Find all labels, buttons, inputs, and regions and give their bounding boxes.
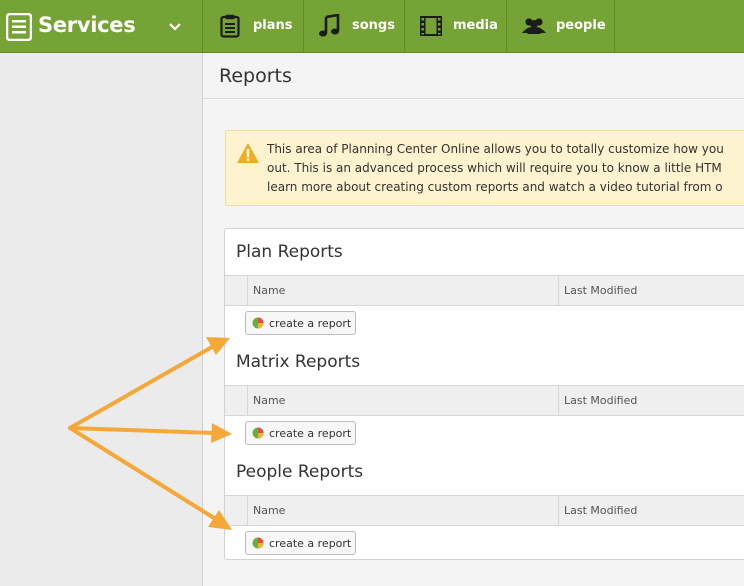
select-column-header bbox=[225, 276, 248, 305]
notice-text: This area of Planning Center Online allo… bbox=[267, 140, 744, 197]
create-report-button[interactable]: create a report bbox=[245, 311, 356, 335]
table-header: Name Last Modified bbox=[225, 385, 744, 416]
notice-line: out. This is an advanced process which w… bbox=[267, 161, 722, 175]
column-header-name[interactable]: Name bbox=[253, 504, 285, 517]
nav-tab-songs[interactable]: songs bbox=[304, 0, 405, 52]
button-label: create a report bbox=[269, 427, 352, 440]
column-header-last-modified[interactable]: Last Modified bbox=[564, 394, 637, 407]
warning-icon bbox=[237, 143, 259, 163]
column-header-last-modified[interactable]: Last Modified bbox=[564, 504, 637, 517]
section-title-matrix-reports: Matrix Reports bbox=[236, 352, 361, 372]
column-divider bbox=[558, 496, 559, 525]
notice-line: This area of Planning Center Online allo… bbox=[267, 142, 724, 156]
nav-tab-label: people bbox=[556, 18, 606, 33]
nav-tab-label: media bbox=[453, 18, 498, 33]
button-label: create a report bbox=[269, 317, 352, 330]
nav-tab-plans[interactable]: plans bbox=[204, 0, 304, 52]
section-title-people-reports: People Reports bbox=[236, 462, 364, 482]
create-report-button[interactable]: create a report bbox=[245, 531, 356, 555]
section-title-plan-reports: Plan Reports bbox=[236, 242, 343, 262]
report-chart-icon bbox=[252, 537, 264, 549]
column-divider bbox=[558, 386, 559, 415]
film-icon bbox=[420, 16, 442, 36]
select-column-header bbox=[225, 496, 248, 525]
services-logo-icon bbox=[6, 13, 32, 41]
nav-tab-label: plans bbox=[253, 18, 293, 33]
people-icon bbox=[522, 18, 546, 34]
nav-tab-people[interactable]: people bbox=[507, 0, 615, 52]
info-notice: This area of Planning Center Online allo… bbox=[225, 130, 744, 206]
report-chart-icon bbox=[252, 427, 264, 439]
app-switcher[interactable]: Services bbox=[0, 0, 203, 52]
divider bbox=[203, 98, 744, 99]
nav-tab-label: songs bbox=[352, 18, 395, 33]
top-nav-bar: Services plans songs media people bbox=[0, 0, 744, 53]
column-divider bbox=[558, 276, 559, 305]
column-header-last-modified[interactable]: Last Modified bbox=[564, 284, 637, 297]
sidebar bbox=[0, 53, 203, 586]
select-column-header bbox=[225, 386, 248, 415]
main-content: Reports This area of Planning Center Onl… bbox=[203, 53, 744, 586]
reports-panel: Plan Reports Name Last Modified create a… bbox=[224, 228, 744, 560]
button-label: create a report bbox=[269, 537, 352, 550]
page-title: Reports bbox=[219, 65, 292, 87]
column-header-name[interactable]: Name bbox=[253, 394, 285, 407]
table-header: Name Last Modified bbox=[225, 275, 744, 306]
table-header: Name Last Modified bbox=[225, 495, 744, 526]
app-name: Services bbox=[38, 13, 136, 37]
chevron-down-icon[interactable] bbox=[168, 22, 182, 32]
nav-tab-media[interactable]: media bbox=[405, 0, 507, 52]
music-note-icon bbox=[319, 14, 340, 37]
report-chart-icon bbox=[252, 317, 264, 329]
clipboard-icon bbox=[220, 14, 240, 38]
column-header-name[interactable]: Name bbox=[253, 284, 285, 297]
create-report-button[interactable]: create a report bbox=[245, 421, 356, 445]
notice-line: learn more about creating custom reports… bbox=[267, 180, 723, 194]
